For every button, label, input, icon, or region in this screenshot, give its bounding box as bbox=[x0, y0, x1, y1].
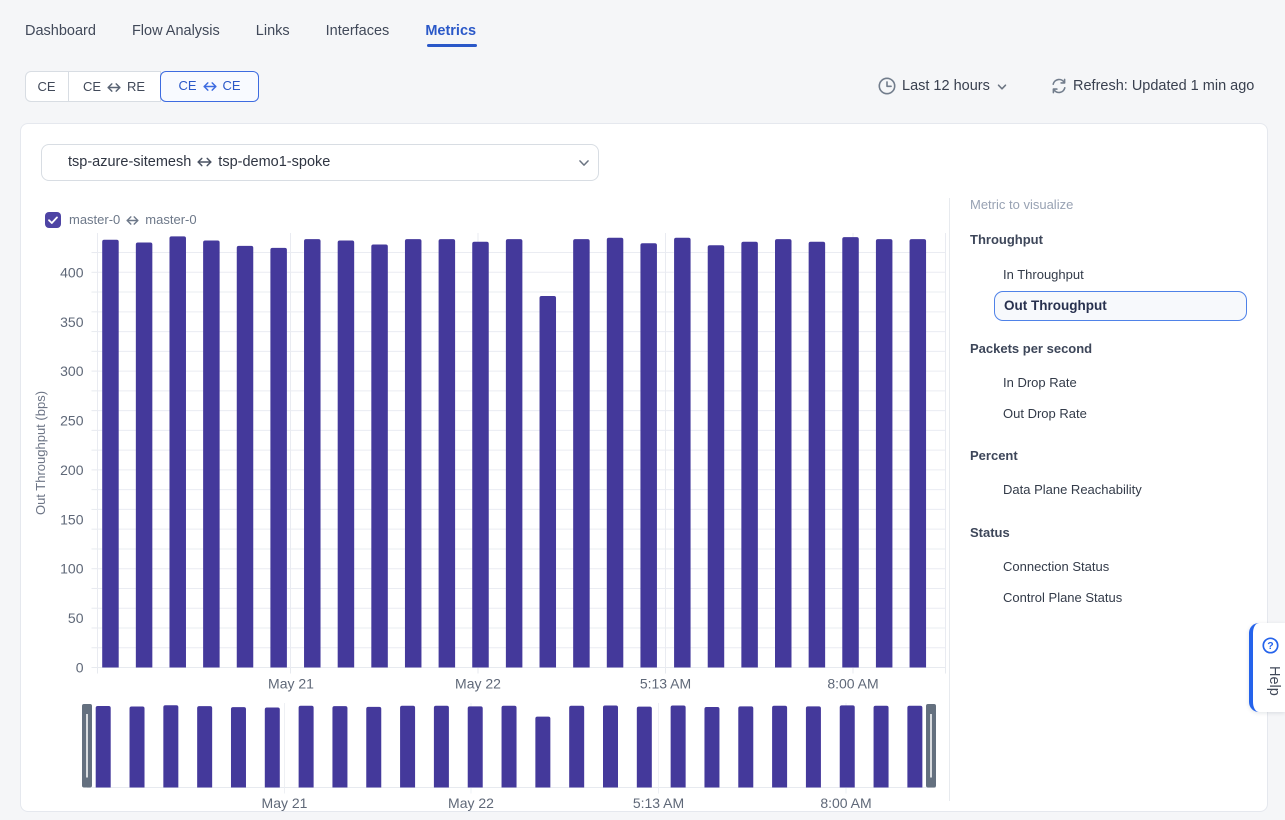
svg-text:0: 0 bbox=[76, 660, 84, 676]
svg-text:8:00 AM: 8:00 AM bbox=[827, 676, 878, 692]
svg-text:May 21: May 21 bbox=[262, 795, 308, 811]
svg-text:5:13 AM: 5:13 AM bbox=[633, 795, 684, 811]
svg-text:8:00 AM: 8:00 AM bbox=[820, 795, 871, 811]
svg-text:?: ? bbox=[1267, 640, 1273, 652]
svg-text:May 22: May 22 bbox=[455, 676, 501, 692]
svg-text:5:13 AM: 5:13 AM bbox=[640, 676, 691, 692]
svg-text:250: 250 bbox=[60, 413, 84, 429]
svg-text:200: 200 bbox=[60, 462, 84, 478]
svg-text:May 21: May 21 bbox=[268, 676, 314, 692]
svg-text:350: 350 bbox=[60, 314, 84, 330]
svg-text:300: 300 bbox=[60, 363, 84, 379]
svg-text:May 22: May 22 bbox=[448, 795, 494, 811]
svg-text:100: 100 bbox=[60, 561, 84, 577]
svg-text:50: 50 bbox=[68, 610, 84, 626]
svg-text:150: 150 bbox=[60, 511, 84, 527]
svg-text:400: 400 bbox=[60, 264, 84, 280]
svg-text:Out Throughput (bps): Out Throughput (bps) bbox=[33, 391, 48, 515]
